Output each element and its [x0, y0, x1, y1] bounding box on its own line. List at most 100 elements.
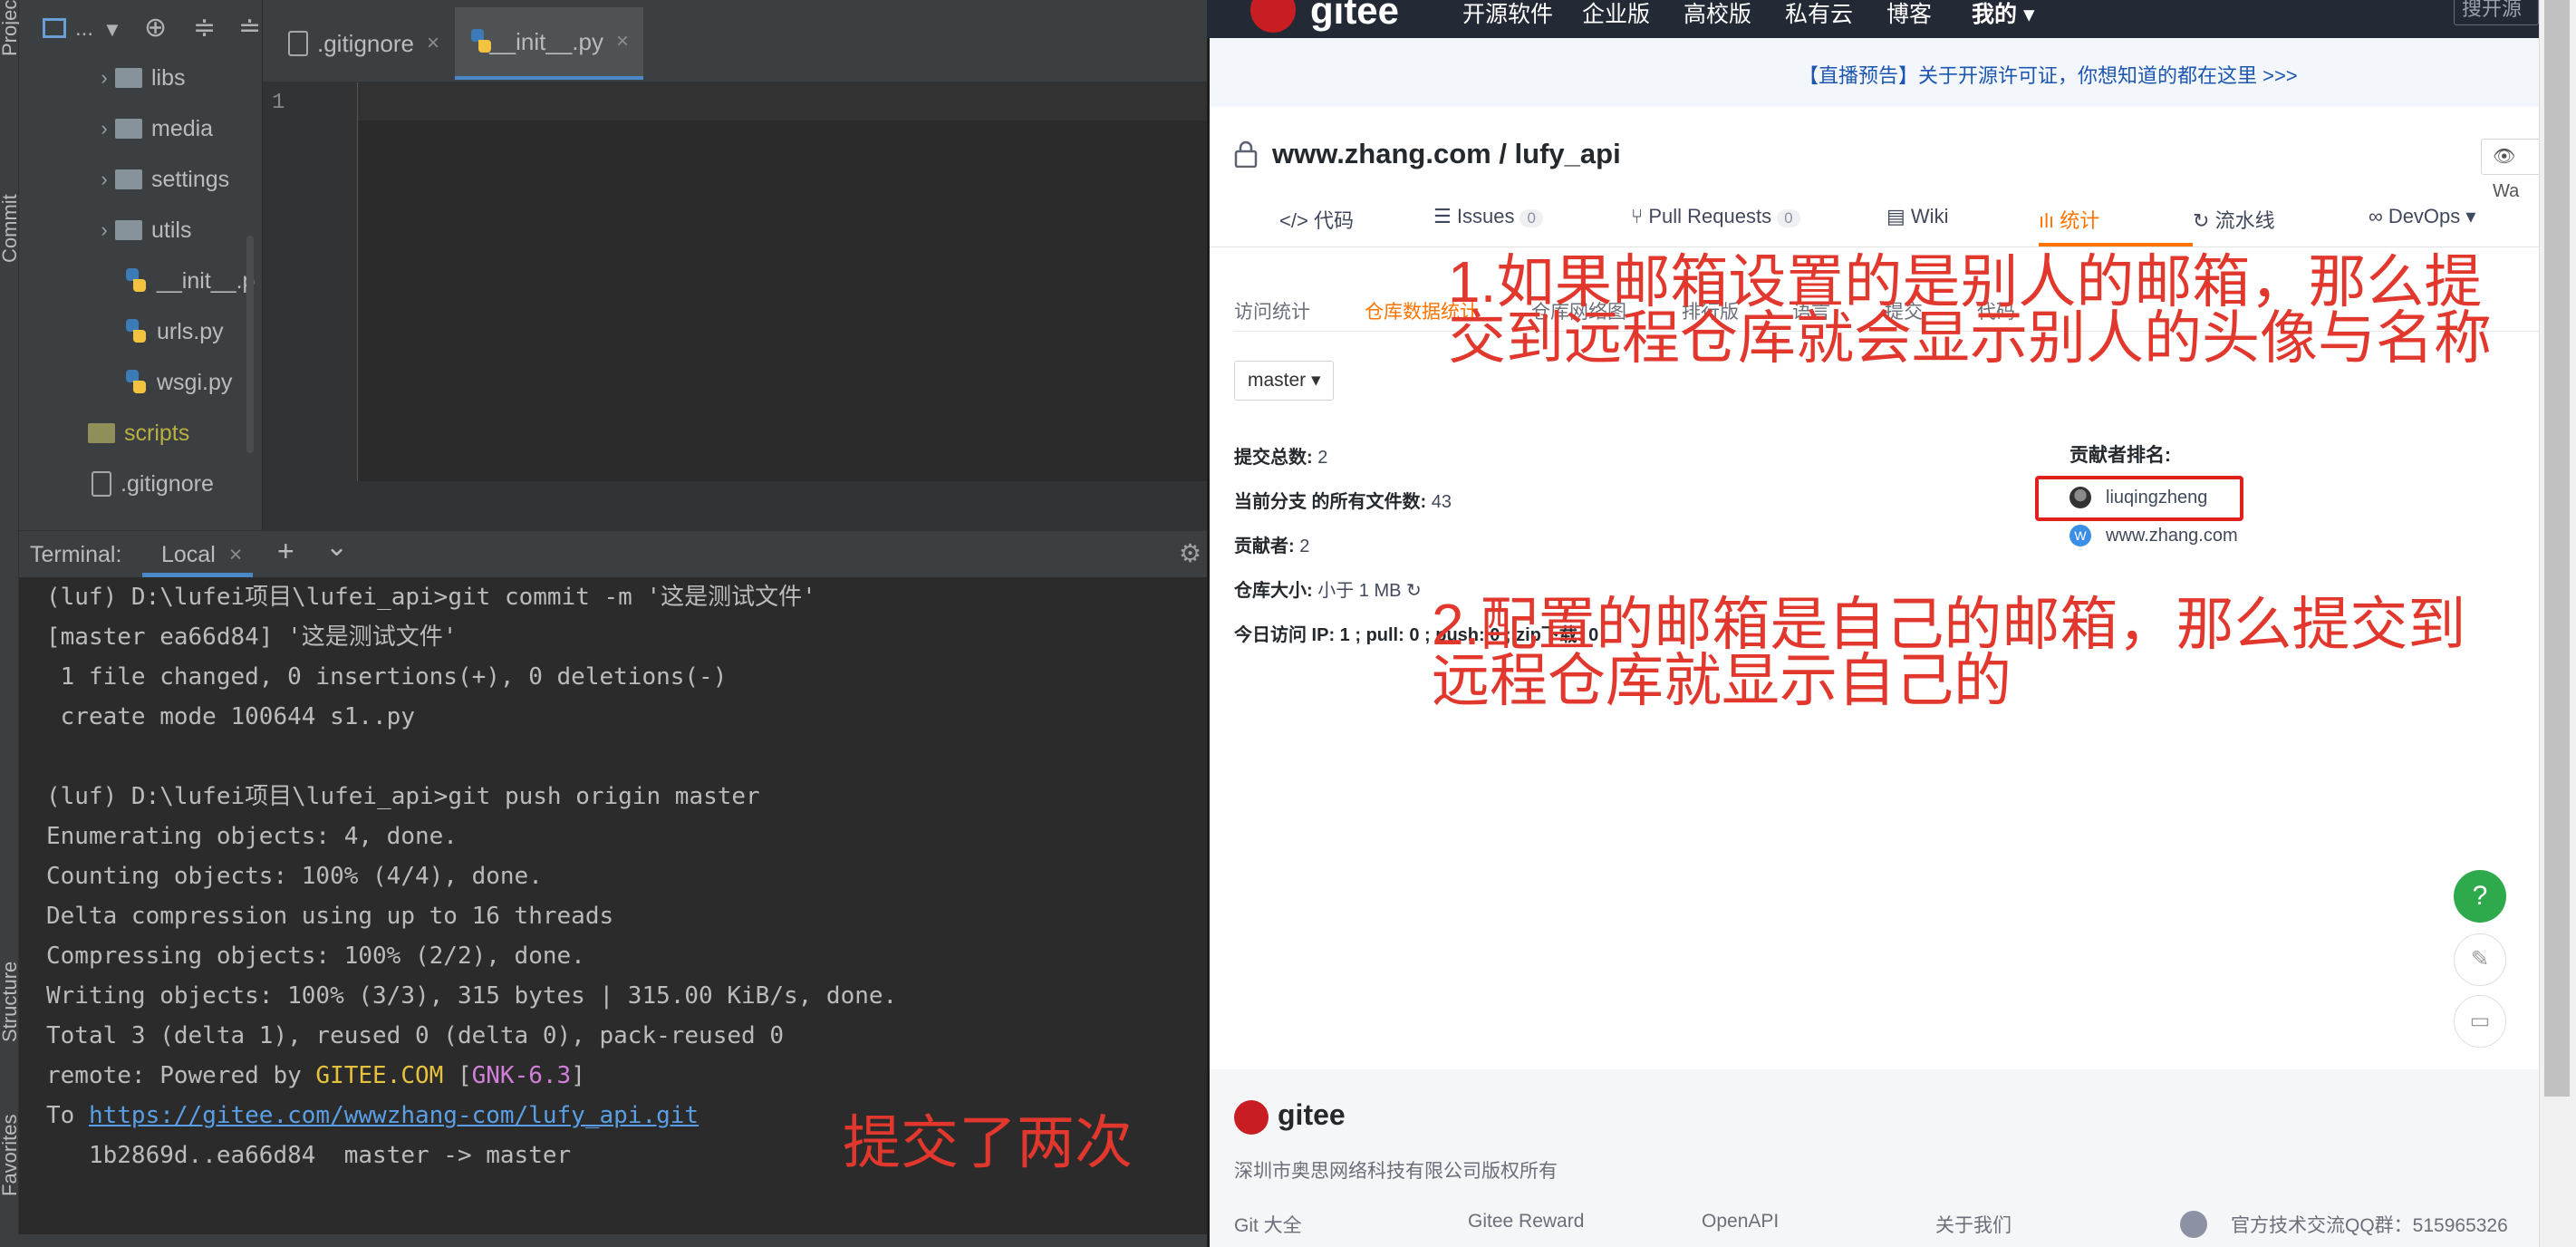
- nav-item-private-cloud[interactable]: 私有云: [1785, 0, 1853, 29]
- nav-item-open-source[interactable]: 开源软件: [1462, 0, 1553, 29]
- help-button[interactable]: ?: [2454, 870, 2506, 923]
- footer-link-openapi[interactable]: OpenAPI: [1702, 1211, 1779, 1232]
- tab-label: DevOps ▾: [2388, 205, 2476, 227]
- stat-value: 43: [1426, 492, 1452, 512]
- tab-issues[interactable]: ☰ Issues 0: [1433, 205, 1543, 228]
- count-badge: 0: [1520, 209, 1543, 227]
- chevron-right-icon[interactable]: ›: [93, 117, 115, 140]
- close-icon[interactable]: ×: [229, 542, 243, 567]
- tab-label: 流水线: [2214, 209, 2275, 232]
- gear-icon[interactable]: ⚙: [1179, 538, 1201, 568]
- chevron-right-icon[interactable]: ›: [93, 218, 115, 242]
- repo-tabs: [1210, 192, 2539, 247]
- chevron-right-icon[interactable]: ›: [93, 168, 115, 191]
- footer-link-git[interactable]: Git 大全: [1234, 1211, 1302, 1238]
- tree-item-wsgi[interactable]: wsgi.py: [124, 362, 232, 402]
- terminal-line: 1b2869d..ea66d84 master -> master: [46, 1142, 572, 1169]
- eye-icon: 👁: [2493, 147, 2516, 167]
- tree-item-scripts[interactable]: scripts: [88, 413, 189, 453]
- tree-item-urls[interactable]: urls.py: [124, 312, 224, 352]
- tab-label: Wiki: [1910, 205, 1949, 227]
- git-file-icon: [288, 31, 308, 56]
- repo-url-link[interactable]: https://gitee.com/wwwzhang-com/lufy_api.…: [89, 1102, 699, 1129]
- scrollbar-thumb[interactable]: [2544, 0, 2570, 1097]
- chevron-right-icon[interactable]: ›: [93, 66, 115, 90]
- tab-gitignore[interactable]: .gitignore ×: [274, 7, 454, 80]
- tree-item-utils[interactable]: › utils: [93, 210, 191, 250]
- avatar[interactable]: W: [2069, 525, 2091, 546]
- tab-pull-requests[interactable]: ⑂ Pull Requests 0: [1631, 205, 1800, 228]
- tab-init-py[interactable]: __init__.py ×: [455, 7, 643, 80]
- tree-item-label: scripts: [124, 420, 190, 446]
- python-file-icon: [124, 370, 148, 395]
- collapse-all-icon[interactable]: ≐: [238, 12, 261, 44]
- terminal-tab-label: Local: [161, 542, 216, 567]
- lock-icon: [1234, 140, 1258, 168]
- branch-select[interactable]: master ▾: [1234, 361, 1334, 401]
- terminal-text: GNK-6.3: [471, 1062, 572, 1089]
- tab-pipeline[interactable]: ↻ 流水线: [2193, 205, 2275, 234]
- stat-repo-size: 仓库大小: 小于 1 MB ↻: [1234, 575, 1422, 602]
- close-icon[interactable]: ×: [427, 31, 439, 56]
- git-file-icon: [92, 471, 111, 497]
- python-file-icon: [124, 319, 148, 344]
- subtab-visits[interactable]: 访问统计: [1234, 297, 1310, 324]
- tab-local[interactable]: Local ×: [161, 542, 242, 568]
- pipeline-icon: ↻: [2193, 209, 2210, 232]
- nav-item-mine[interactable]: 我的 ▾: [1972, 0, 2035, 29]
- tab-devops[interactable]: ∞ DevOps ▾: [2369, 205, 2475, 228]
- search-input[interactable]: 搜开源: [2454, 0, 2539, 25]
- footer-link-about[interactable]: 关于我们: [1935, 1211, 2012, 1238]
- terminal-text: [: [443, 1062, 472, 1089]
- folder-icon: [115, 169, 142, 189]
- watch-button[interactable]: 👁 Wa: [2481, 139, 2544, 201]
- project-view-icon[interactable]: [43, 18, 66, 38]
- terminal-text: GITEE.COM: [315, 1062, 444, 1089]
- nav-item-education[interactable]: 高校版: [1684, 0, 1751, 29]
- tree-item-libs[interactable]: › libs: [93, 58, 185, 98]
- terminal-line: Counting objects: 100% (4/4), done.: [46, 863, 543, 890]
- avatar[interactable]: [2069, 487, 2091, 508]
- ide-status-bar: [0, 1234, 1207, 1247]
- chevron-down-icon[interactable]: ⌄: [325, 531, 348, 563]
- line-number: 1: [272, 91, 285, 115]
- terminal-line: (luf) D:\lufei项目\lufei_api>git commit -m…: [46, 584, 816, 611]
- footer-link-reward[interactable]: Gitee Reward: [1468, 1211, 1584, 1232]
- contributor-link[interactable]: liuqingzheng: [2106, 488, 2207, 508]
- close-icon[interactable]: ×: [616, 29, 629, 54]
- tree-item-gitignore[interactable]: .gitignore: [92, 464, 214, 504]
- nav-item-blog[interactable]: 博客: [1886, 0, 1932, 29]
- stat-file-count: 当前分支 的所有文件数: 43: [1234, 487, 1452, 513]
- locate-icon[interactable]: ⊕: [144, 12, 167, 44]
- tab-code[interactable]: </> 代码: [1279, 205, 1354, 234]
- code-editor[interactable]: [263, 82, 1207, 530]
- stat-label: 贡献者:: [1234, 536, 1295, 556]
- new-terminal-button[interactable]: +: [277, 535, 294, 568]
- tree-item-label: .gitignore: [121, 470, 214, 497]
- announcement-link[interactable]: 【直播预告】关于开源许可证，你想知道的都在这里 >>>: [1799, 60, 2298, 89]
- feedback-button[interactable]: ✎: [2454, 933, 2506, 986]
- repo-title[interactable]: www.zhang.com / lufy_api: [1272, 138, 1621, 170]
- terminal-line: (luf) D:\lufei项目\lufei_api>git push orig…: [46, 783, 760, 810]
- tree-item-media[interactable]: › media: [93, 109, 213, 149]
- project-view-dropdown[interactable]: ...: [75, 16, 93, 42]
- tab-wiki[interactable]: ▤ Wiki: [1886, 205, 1948, 228]
- chevron-down-icon[interactable]: ▼: [102, 18, 122, 42]
- code-icon: </>: [1279, 209, 1308, 232]
- infinity-icon: ∞: [2369, 205, 2383, 227]
- stat-label: 仓库大小:: [1234, 581, 1313, 601]
- expand-all-icon[interactable]: ≑: [193, 12, 216, 44]
- tab-label: __init__.py: [489, 27, 603, 55]
- project-tree-scrollbar[interactable]: [246, 236, 254, 453]
- folder-icon: [88, 423, 115, 443]
- tree-item-settings[interactable]: › settings: [93, 160, 229, 199]
- tree-item-init[interactable]: __init__.p: [124, 261, 255, 301]
- contributor-link[interactable]: www.zhang.com: [2106, 526, 2238, 546]
- chat-button[interactable]: ▭: [2454, 995, 2506, 1048]
- gitee-logo-text[interactable]: gitee: [1310, 0, 1399, 33]
- nav-item-enterprise[interactable]: 企业版: [1582, 0, 1650, 29]
- tab-statistics[interactable]: ılı 统计: [2039, 205, 2099, 234]
- pull-request-icon: ⑂: [1631, 205, 1644, 227]
- chart-icon: ılı: [2039, 209, 2055, 232]
- gitee-logo-icon: [1234, 1100, 1269, 1135]
